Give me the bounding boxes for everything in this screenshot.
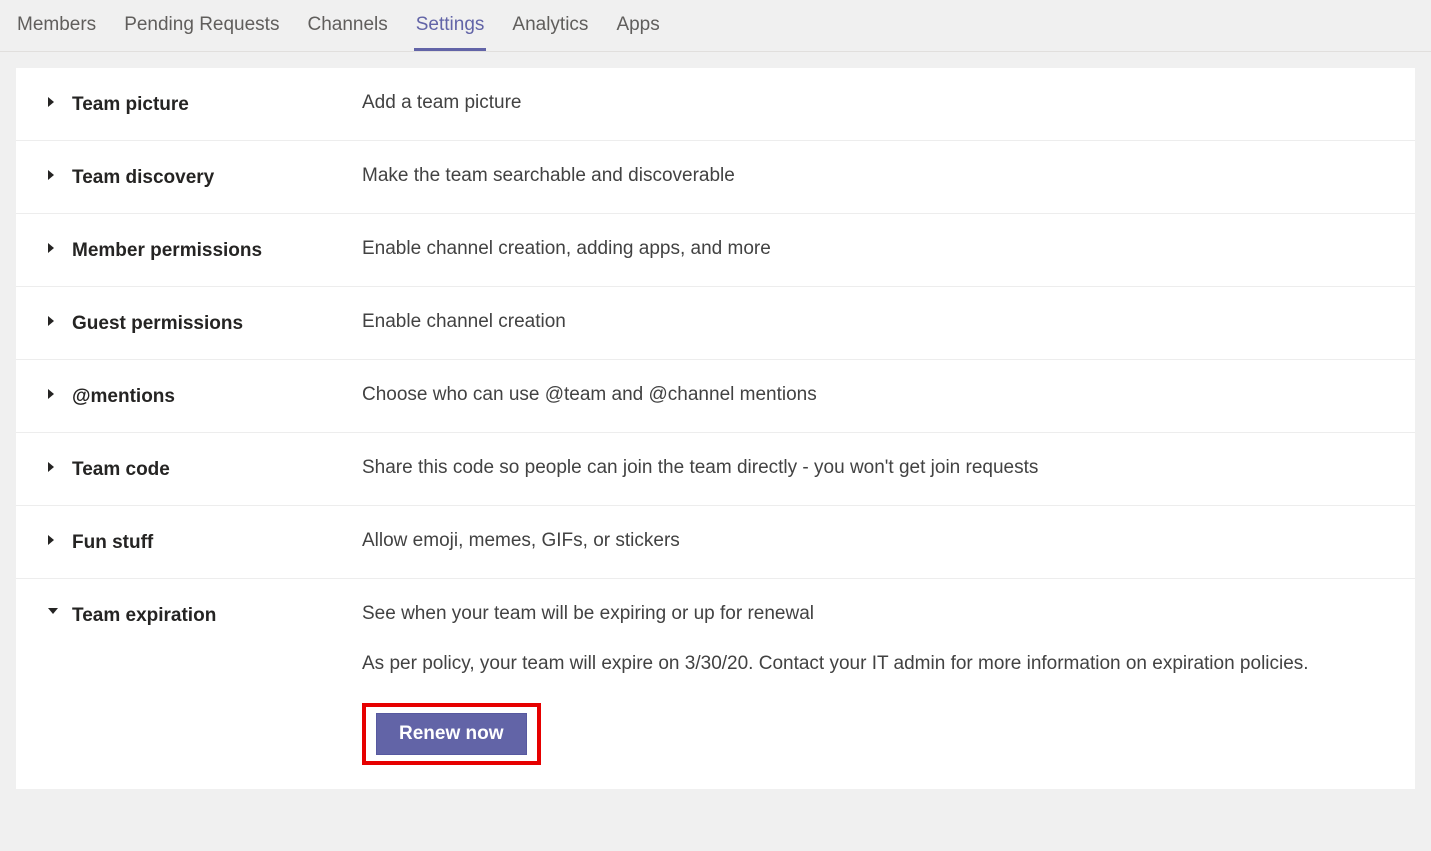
expand-toggle-fun-stuff[interactable] bbox=[48, 530, 72, 545]
expiration-policy-text: As per policy, your team will expire on … bbox=[362, 653, 1383, 675]
section-title: @mentions bbox=[72, 384, 362, 408]
renew-now-button[interactable]: Renew now bbox=[376, 713, 527, 755]
section-title: Team discovery bbox=[72, 165, 362, 189]
caret-right-icon bbox=[48, 462, 54, 472]
tabs-bar: Members Pending Requests Channels Settin… bbox=[0, 0, 1431, 52]
settings-panel: Team picture Add a team picture Team dis… bbox=[16, 68, 1415, 789]
tab-apps[interactable]: Apps bbox=[614, 0, 661, 51]
section-title: Team expiration bbox=[72, 603, 362, 627]
section-desc: Allow emoji, memes, GIFs, or stickers bbox=[362, 530, 1383, 552]
section-desc: Add a team picture bbox=[362, 92, 1383, 114]
tab-settings[interactable]: Settings bbox=[414, 0, 487, 51]
section-team-code: Team code Share this code so people can … bbox=[16, 433, 1415, 506]
section-title: Guest permissions bbox=[72, 311, 362, 335]
section-title: Team picture bbox=[72, 92, 362, 116]
expand-toggle-mentions[interactable] bbox=[48, 384, 72, 399]
caret-down-icon bbox=[48, 608, 58, 614]
tab-analytics[interactable]: Analytics bbox=[510, 0, 590, 51]
caret-right-icon bbox=[48, 243, 54, 253]
collapse-toggle-team-expiration[interactable] bbox=[48, 603, 72, 614]
expand-toggle-team-discovery[interactable] bbox=[48, 165, 72, 180]
section-team-picture: Team picture Add a team picture bbox=[16, 68, 1415, 141]
section-guest-permissions: Guest permissions Enable channel creatio… bbox=[16, 287, 1415, 360]
expand-toggle-team-picture[interactable] bbox=[48, 92, 72, 107]
section-title: Fun stuff bbox=[72, 530, 362, 554]
section-desc: Enable channel creation, adding apps, an… bbox=[362, 238, 1383, 260]
caret-right-icon bbox=[48, 389, 54, 399]
caret-right-icon bbox=[48, 535, 54, 545]
section-desc: Share this code so people can join the t… bbox=[362, 457, 1383, 479]
expand-toggle-member-permissions[interactable] bbox=[48, 238, 72, 253]
section-body: See when your team will be expiring or u… bbox=[362, 603, 1383, 765]
section-title: Member permissions bbox=[72, 238, 362, 262]
caret-right-icon bbox=[48, 316, 54, 326]
tab-channels[interactable]: Channels bbox=[305, 0, 389, 51]
caret-right-icon bbox=[48, 170, 54, 180]
section-mentions: @mentions Choose who can use @team and @… bbox=[16, 360, 1415, 433]
highlight-annotation: Renew now bbox=[362, 703, 541, 765]
tab-pending-requests[interactable]: Pending Requests bbox=[122, 0, 281, 51]
section-desc: Make the team searchable and discoverabl… bbox=[362, 165, 1383, 187]
section-fun-stuff: Fun stuff Allow emoji, memes, GIFs, or s… bbox=[16, 506, 1415, 579]
expiration-desc: See when your team will be expiring or u… bbox=[362, 603, 1383, 625]
section-desc: Enable channel creation bbox=[362, 311, 1383, 333]
section-team-expiration: Team expiration See when your team will … bbox=[16, 579, 1415, 789]
section-desc: Choose who can use @team and @channel me… bbox=[362, 384, 1383, 406]
tab-members[interactable]: Members bbox=[15, 0, 98, 51]
expand-toggle-team-code[interactable] bbox=[48, 457, 72, 472]
caret-right-icon bbox=[48, 97, 54, 107]
expand-toggle-guest-permissions[interactable] bbox=[48, 311, 72, 326]
section-member-permissions: Member permissions Enable channel creati… bbox=[16, 214, 1415, 287]
section-title: Team code bbox=[72, 457, 362, 481]
section-team-discovery: Team discovery Make the team searchable … bbox=[16, 141, 1415, 214]
